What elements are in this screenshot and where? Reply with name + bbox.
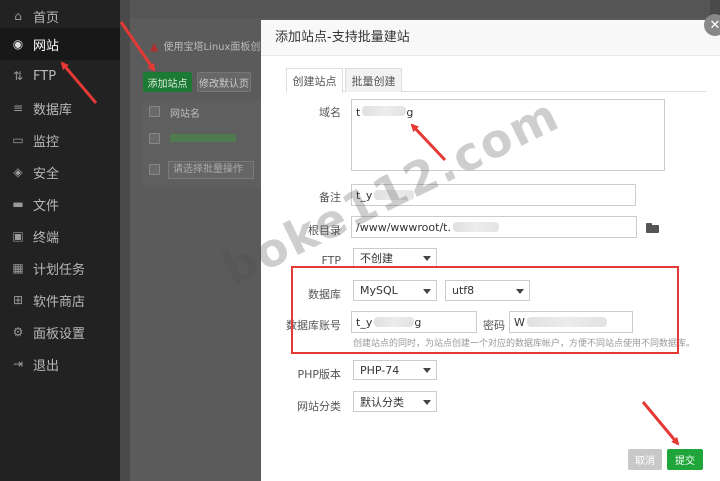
sidebar-item-label: 终端 <box>33 230 60 246</box>
chevron-down-icon <box>423 399 431 405</box>
sidebar-item-security[interactable]: ◈ 安全 <box>0 156 120 188</box>
sidebar-item-settings[interactable]: ⚙ 面板设置 <box>0 316 120 348</box>
row-checkbox[interactable] <box>149 133 160 144</box>
folder-icon[interactable] <box>646 223 659 233</box>
sidebar-item-label: 监控 <box>33 134 60 150</box>
home-icon: ⌂ <box>14 9 22 23</box>
modify-default-page-button[interactable]: 修改默认页 <box>197 72 251 92</box>
cancel-button[interactable]: 取消 <box>628 449 662 470</box>
add-site-button[interactable]: 添加站点 <box>143 72 192 92</box>
sidebar-item-database[interactable]: ≡ 数据库 <box>0 92 120 124</box>
ftp-select[interactable]: 不创建 <box>353 248 437 268</box>
sidebar-item-label: FTP <box>33 68 57 84</box>
annotation-highlight-box <box>291 266 679 354</box>
chevron-down-icon <box>423 256 431 261</box>
redacted-text <box>452 222 499 232</box>
globe-icon: ◉ <box>12 37 24 51</box>
dialog-title: 添加站点-支持批量建站 <box>261 20 720 56</box>
site-category-label: 网站分类 <box>297 400 341 413</box>
sidebar: ⌂ 首页 ◉ 网站 ⇅ FTP ≡ 数据库 ▭ 监控 ◈ 安全 ▬ 文件 ▣ 终… <box>0 0 120 481</box>
chevron-down-icon <box>423 368 431 373</box>
select-all-checkbox[interactable] <box>149 106 160 117</box>
redacted-text <box>362 106 407 116</box>
gear-icon: ⚙ <box>12 325 24 339</box>
domain-value-prefix: t <box>356 106 361 119</box>
sidebar-item-label: 首页 <box>33 10 60 26</box>
ftp-icon: ⇅ <box>12 69 24 83</box>
submit-button[interactable]: 提交 <box>667 449 703 470</box>
sidebar-item-label: 安全 <box>33 166 60 182</box>
logout-icon: ⇥ <box>12 357 24 371</box>
sidebar-item-monitor[interactable]: ▭ 监控 <box>0 124 120 156</box>
site-category-selected: 默认分类 <box>360 395 404 409</box>
php-version-select[interactable]: PHP-74 <box>353 360 437 380</box>
bulk-action-select[interactable]: 请选择批量操作 <box>168 161 254 179</box>
site-category-select[interactable]: 默认分类 <box>353 391 437 412</box>
folder-icon: ▬ <box>12 197 24 211</box>
sidebar-item-ftp[interactable]: ⇅ FTP <box>0 60 120 92</box>
sidebar-item-logout[interactable]: ⇥ 退出 <box>0 348 120 380</box>
sidebar-item-website[interactable]: ◉ 网站 <box>0 28 120 60</box>
dialog-tabs: 创建站点 批量创建 <box>286 68 706 93</box>
sidebar-item-store[interactable]: ⊞ 软件商店 <box>0 284 120 316</box>
sidebar-item-label: 数据库 <box>33 102 73 118</box>
database-icon: ≡ <box>12 101 24 115</box>
sidebar-item-files[interactable]: ▬ 文件 <box>0 188 120 220</box>
sidebar-item-label: 软件商店 <box>33 294 86 310</box>
sidebar-item-label: 退出 <box>33 358 60 374</box>
php-version-label: PHP版本 <box>297 368 341 381</box>
sidebar-item-label: 面板设置 <box>33 326 86 342</box>
tab-batch-create[interactable]: 批量创建 <box>345 68 402 92</box>
sidebar-item-label: 文件 <box>33 198 60 214</box>
close-icon[interactable]: ✕ <box>704 14 720 36</box>
bulk-checkbox[interactable] <box>149 164 160 175</box>
table-header-site-name[interactable]: 网站名 <box>170 105 200 120</box>
sidebar-item-label: 计划任务 <box>33 262 86 278</box>
ftp-selected: 不创建 <box>360 252 393 265</box>
table-row-site-name[interactable] <box>170 134 236 142</box>
domain-value-suffix: g <box>406 106 414 119</box>
sidebar-item-cron[interactable]: ▦ 计划任务 <box>0 252 120 284</box>
monitor-icon: ▭ <box>12 133 24 147</box>
tab-create-site[interactable]: 创建站点 <box>286 68 343 93</box>
php-version-selected: PHP-74 <box>360 363 400 377</box>
store-icon: ⊞ <box>12 293 24 307</box>
sidebar-item-label: 网站 <box>33 38 60 54</box>
sidebar-item-terminal[interactable]: ▣ 终端 <box>0 220 120 252</box>
terminal-icon: ▣ <box>12 229 24 243</box>
top-bar <box>130 0 710 18</box>
shield-icon: ◈ <box>13 165 23 179</box>
warning-icon: ▲ <box>150 40 159 53</box>
domain-label: 域名 <box>319 106 341 119</box>
calendar-icon: ▦ <box>12 261 24 275</box>
